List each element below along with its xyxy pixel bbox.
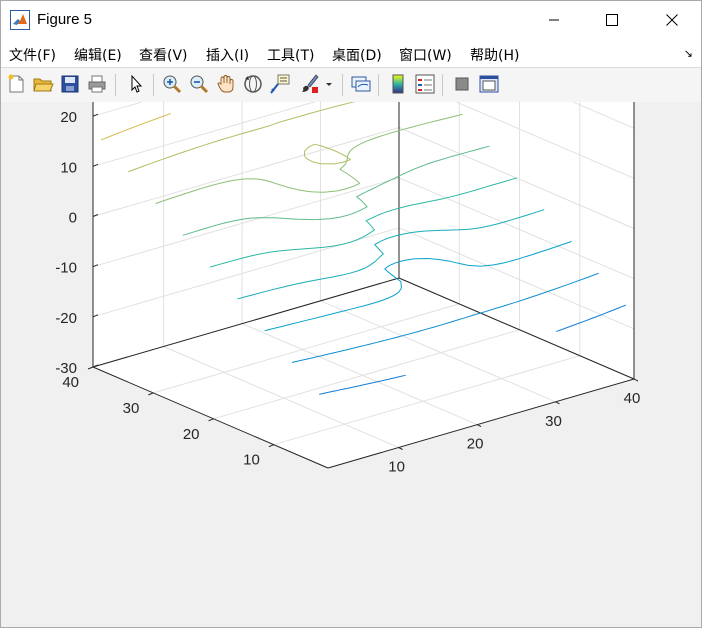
minimize-button[interactable] xyxy=(531,1,577,39)
toolbar-separator xyxy=(115,74,116,96)
x-tick-label: 30 xyxy=(545,413,562,430)
y-tick-label: 30 xyxy=(123,400,140,417)
figure-toolbar xyxy=(1,67,701,103)
insert-colorbar-icon[interactable] xyxy=(387,73,409,95)
matlab-logo-icon xyxy=(10,10,30,30)
toolbar-separator xyxy=(342,74,343,96)
toolbar-separator xyxy=(153,74,154,96)
close-button[interactable] xyxy=(649,1,695,39)
brush-icon[interactable] xyxy=(298,73,320,95)
insert-legend-icon[interactable] xyxy=(414,73,436,95)
z-tick-label: -30 xyxy=(55,360,77,377)
maximize-button[interactable] xyxy=(589,1,635,39)
rotate-3d-icon[interactable] xyxy=(242,73,264,95)
figure-window: Figure 5 文件(F) 编辑(E) 查看(V) 插入(I) 工具(T) 桌… xyxy=(0,0,702,628)
y-tick xyxy=(87,366,94,370)
x-tick xyxy=(476,424,482,428)
title-bar: Figure 5 xyxy=(1,1,701,39)
z-tick-label: -10 xyxy=(55,260,77,277)
y-tick xyxy=(148,392,154,396)
toolbar-separator xyxy=(442,74,443,96)
menu-file[interactable]: 文件(F) xyxy=(9,45,56,65)
z-tick-label: 20 xyxy=(60,109,77,126)
y-tick-label: 10 xyxy=(243,452,260,469)
menu-edit[interactable]: 编辑(E) xyxy=(74,45,122,65)
data-cursor-icon[interactable] xyxy=(269,73,291,95)
print-icon[interactable] xyxy=(86,73,108,95)
z-tick-label: -20 xyxy=(55,310,77,327)
brush-dropdown-icon[interactable] xyxy=(323,73,335,95)
menu-window[interactable]: 窗口(W) xyxy=(399,45,452,65)
figure-canvas: 10203040102030403020100-10-20-30 xyxy=(1,0,701,627)
hide-plot-tools-icon[interactable] xyxy=(451,73,473,95)
x-tick xyxy=(398,447,403,450)
minimize-icon xyxy=(549,19,559,21)
close-icon xyxy=(666,14,678,26)
zoom-in-icon[interactable] xyxy=(161,73,183,95)
maximize-icon xyxy=(606,14,618,26)
menu-view[interactable]: 查看(V) xyxy=(139,45,188,65)
menu-insert[interactable]: 插入(I) xyxy=(206,45,249,65)
x-tick-label: 40 xyxy=(624,390,641,407)
y-tick xyxy=(268,444,274,448)
open-file-icon[interactable] xyxy=(32,73,54,95)
menu-desktop[interactable]: 桌面(D) xyxy=(332,45,382,65)
z-tick-label: 10 xyxy=(60,159,77,176)
pan-hand-icon[interactable] xyxy=(215,73,237,95)
contour3-axes[interactable]: 10203040102030403020100-10-20-30 xyxy=(1,0,701,627)
x-tick-label: 20 xyxy=(467,436,484,453)
dock-arrow-icon[interactable]: ↘ xyxy=(684,47,693,60)
menu-bar: 文件(F) 编辑(E) 查看(V) 插入(I) 工具(T) 桌面(D) 窗口(W… xyxy=(1,39,701,67)
new-figure-icon[interactable] xyxy=(5,73,27,95)
link-plot-icon[interactable] xyxy=(350,73,372,95)
window-title: Figure 5 xyxy=(37,11,93,28)
select-arrow-icon[interactable] xyxy=(125,73,147,95)
save-icon[interactable] xyxy=(59,73,81,95)
y-tick xyxy=(208,418,214,422)
zoom-out-icon[interactable] xyxy=(188,73,210,95)
x-tick xyxy=(555,401,560,405)
toolbar-separator xyxy=(378,74,379,96)
x-tick xyxy=(633,378,639,382)
menu-tools[interactable]: 工具(T) xyxy=(267,45,314,65)
z-tick-label: 0 xyxy=(69,210,77,227)
x-tick-label: 10 xyxy=(388,459,405,476)
show-plot-tools-icon[interactable] xyxy=(478,73,500,95)
y-tick-label: 20 xyxy=(183,426,200,443)
menu-help[interactable]: 帮助(H) xyxy=(470,45,519,65)
